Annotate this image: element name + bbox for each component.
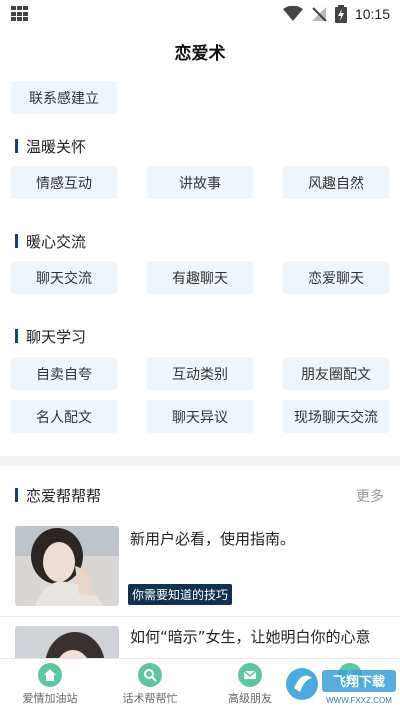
tag-interaction-types[interactable]: 互动类别 [147, 357, 253, 390]
section-title: 聊天学习 [26, 327, 87, 346]
tag-storytelling[interactable]: 讲故事 [147, 166, 253, 199]
tag-chat-objections[interactable]: 聊天异议 [147, 400, 253, 433]
tag-self-promotion[interactable]: 自卖自夸 [11, 357, 117, 390]
search-icon [138, 663, 162, 687]
section-heading-warm-care: 温暖关怀 [15, 136, 86, 156]
apps-grid-icon [11, 6, 29, 22]
section-title: 暖心交流 [26, 232, 87, 251]
section-marker [15, 488, 18, 502]
section-divider [0, 456, 400, 466]
section-title: 恋爱帮帮帮 [26, 486, 102, 505]
status-indicators: 10:15 [282, 4, 390, 24]
article-thumbnail [15, 626, 119, 658]
nav-label: 爱情加油站 [22, 692, 78, 705]
section-heading-warm-chat: 暖心交流 [15, 231, 86, 251]
nav-label: 高级朋友 [228, 692, 272, 705]
tag-connection-building[interactable]: 联系感建立 [11, 81, 117, 114]
more-link[interactable]: 更多 [356, 486, 384, 506]
nav-label: 话术帮帮忙 [122, 692, 178, 705]
nav-item-love-station[interactable]: 爱情加油站 [0, 659, 100, 710]
section-marker [15, 139, 18, 153]
tag-fun-chat[interactable]: 有趣聊天 [147, 261, 253, 294]
status-time: 10:15 [354, 6, 390, 22]
article-badge: 你需要知道的技巧 [128, 584, 233, 605]
article-item[interactable]: 如何“暗示”女生，让她明白你的心意 [0, 618, 400, 658]
tag-celebrity-captions[interactable]: 名人配文 [11, 400, 117, 433]
watermark-logo: 飞翔下载 WWW.FXXZ.COM [280, 656, 400, 710]
tag-moments-captions[interactable]: 朋友圈配文 [283, 357, 389, 390]
section-title: 温暖关怀 [26, 137, 87, 156]
home-icon [38, 663, 62, 687]
no-signal-icon [311, 7, 327, 22]
nav-item-chat-help[interactable]: 话术帮帮忙 [100, 659, 200, 710]
article-item[interactable]: 新用户必看，使用指南。 你需要知道的技巧 [0, 520, 400, 615]
section-heading-help: 恋爱帮帮帮 [15, 485, 101, 505]
tag-emotional-interaction[interactable]: 情感互动 [11, 166, 117, 199]
article-title: 如何“暗示”女生，让她明白你的心意 [130, 628, 371, 646]
help-section-header: 恋爱帮帮帮 更多 [0, 478, 400, 512]
tag-live-chat[interactable]: 现场聊天交流 [283, 400, 389, 433]
page-title: 恋爱术 [174, 43, 226, 64]
section-marker [15, 234, 18, 248]
wifi-icon [282, 6, 303, 21]
category-content: 联系感建立 温暖关怀 情感互动 讲故事 风趣自然 暖心交流 聊天交流 有趣聊天 … [0, 74, 400, 456]
tag-chat-exchange[interactable]: 聊天交流 [11, 261, 117, 294]
watermark-text: 飞翔下载 [333, 674, 385, 690]
article-title: 新用户必看，使用指南。 [130, 530, 296, 548]
tag-humor-natural[interactable]: 风趣自然 [283, 166, 389, 199]
title-bar: 恋爱术 [0, 28, 400, 74]
mail-icon [238, 663, 262, 687]
article-separator [0, 616, 400, 617]
article-thumbnail [15, 526, 119, 606]
watermark-url: WWW.FXXZ.COM [326, 696, 392, 705]
battery-icon [334, 5, 347, 23]
section-marker [15, 329, 18, 343]
tag-love-chat[interactable]: 恋爱聊天 [283, 261, 389, 294]
status-bar: 10:15 [0, 0, 400, 28]
section-heading-chat-learning: 聊天学习 [15, 326, 86, 346]
